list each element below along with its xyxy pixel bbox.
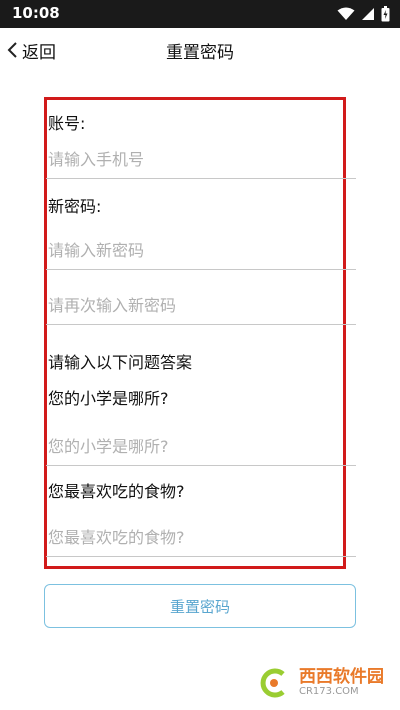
phone-field-row [46, 140, 358, 179]
reset-form: 账号: 新密码: 请输入以下问题答案 您的小学是哪所? 您最喜欢吃的食物? [46, 110, 358, 557]
confirm-password-input[interactable] [46, 286, 358, 324]
reset-password-button[interactable]: 重置密码 [44, 584, 356, 628]
new-password-field-row [46, 231, 358, 270]
app-bar: 返回 重置密码 [0, 28, 400, 72]
page-title: 重置密码 [166, 43, 234, 63]
watermark-sub: CR173.COM [299, 686, 359, 697]
cellular-icon [362, 8, 374, 20]
question1-field-row [46, 427, 358, 466]
confirm-password-field-row [46, 286, 358, 325]
question2-field-row [46, 518, 358, 557]
new-password-label: 新密码: [48, 197, 102, 216]
watermark-text: 西西软件园 CR173.COM [299, 668, 384, 698]
question2-label: 您最喜欢吃的食物? [48, 482, 185, 501]
battery-icon [381, 6, 390, 22]
watermark: 西西软件园 CR173.COM [257, 668, 384, 698]
watermark-main: 西西软件园 [299, 667, 384, 687]
question1-input[interactable] [46, 427, 358, 465]
question1-label: 您的小学是哪所? [48, 389, 169, 408]
phone-input[interactable] [46, 140, 358, 178]
wifi-icon [337, 7, 355, 20]
status-bar: 10:08 [0, 0, 400, 28]
question2-input[interactable] [46, 518, 358, 556]
site-logo-icon [260, 668, 285, 698]
status-time: 10:08 [12, 4, 60, 22]
security-question-heading: 请输入以下问题答案 [48, 353, 193, 372]
account-label: 账号: [48, 114, 86, 133]
new-password-input[interactable] [46, 231, 358, 269]
status-icons [337, 5, 390, 23]
